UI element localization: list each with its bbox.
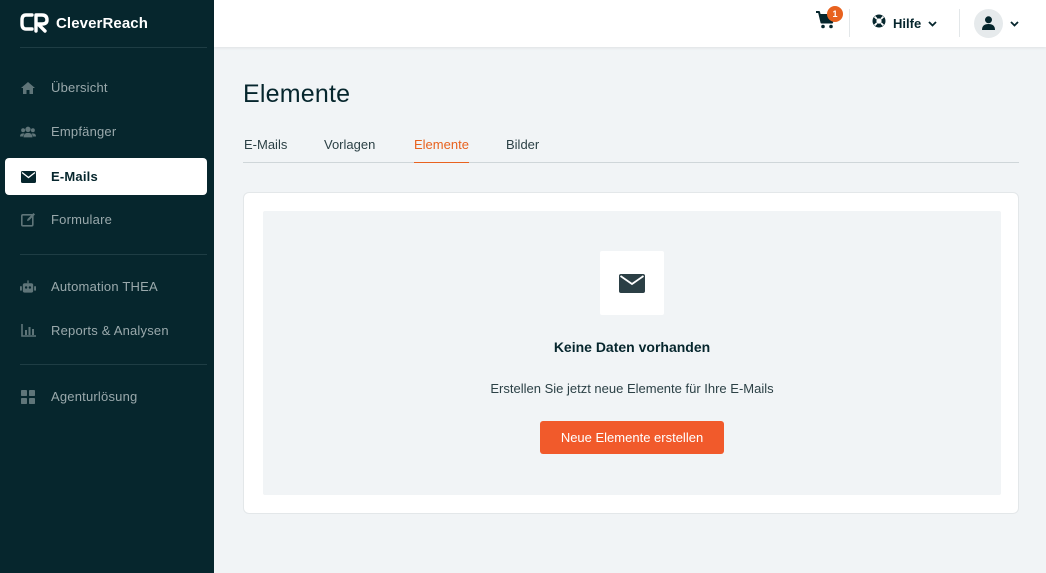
users-icon (20, 124, 36, 140)
avatar (974, 8, 1003, 38)
edit-icon (20, 212, 36, 228)
page-title: Elemente (243, 80, 351, 108)
create-elements-button[interactable]: Neue Elemente erstellen (540, 421, 724, 454)
sidebar-item-automation-thea[interactable]: Automation THEA (5, 268, 207, 305)
empty-state-subtitle: Erstellen Sie jetzt neue Elemente für Ih… (490, 381, 774, 396)
envelope-icon (20, 169, 36, 185)
sidebar-item-emails[interactable]: E-Mails (5, 158, 207, 195)
content-card: Keine Daten vorhanden Erstellen Sie jetz… (243, 192, 1019, 514)
logo-text: CleverReach (56, 14, 148, 32)
sidebar-item-empfaenger[interactable]: Empfänger (5, 113, 207, 150)
chevron-down-icon (928, 14, 937, 32)
topbar-divider (849, 9, 850, 37)
envelope-icon (619, 273, 645, 293)
sidebar-item-label: Automation THEA (51, 279, 158, 294)
chart-icon (20, 323, 36, 339)
sidebar-item-agenturloesung[interactable]: Agenturlösung (5, 378, 207, 415)
sidebar-item-label: Empfänger (51, 124, 117, 139)
sidebar-item-label: E-Mails (51, 169, 98, 184)
sidebar: CleverReach Übersicht Empfänger E-Mails … (0, 0, 214, 573)
sidebar-item-label: Agenturlösung (51, 389, 138, 404)
empty-state-title: Keine Daten vorhanden (553, 339, 711, 355)
chevron-down-icon (1010, 14, 1019, 32)
help-label: Hilfe (893, 15, 922, 31)
help-menu[interactable]: Hilfe (872, 13, 937, 33)
cart-count-badge: 1 (827, 6, 843, 22)
user-icon (982, 16, 995, 30)
tab-vorlagen[interactable]: Vorlagen (324, 137, 375, 162)
sidebar-divider (20, 254, 207, 255)
sidebar-item-label: Übersicht (51, 80, 108, 95)
lifebuoy-icon (872, 14, 886, 33)
empty-state: Keine Daten vorhanden Erstellen Sie jetz… (263, 211, 1001, 495)
tab-elemente[interactable]: Elemente (414, 137, 469, 163)
tab-bar: E-Mails Vorlagen Elemente Bilder (243, 134, 1019, 163)
sidebar-item-label: Formulare (51, 212, 113, 227)
sidebar-divider (20, 47, 207, 48)
robot-icon (20, 279, 36, 295)
grid-icon (20, 389, 36, 405)
sidebar-item-reports[interactable]: Reports & Analysen (5, 312, 207, 349)
topbar-divider (959, 9, 960, 37)
tab-bilder[interactable]: Bilder (506, 137, 539, 162)
tab-emails[interactable]: E-Mails (244, 137, 287, 162)
empty-state-icon-box (600, 251, 664, 315)
logo[interactable]: CleverReach (20, 12, 148, 34)
sidebar-item-uebersicht[interactable]: Übersicht (5, 69, 207, 106)
sidebar-item-formulare[interactable]: Formulare (5, 201, 207, 238)
cleverreach-logo-icon (20, 12, 50, 34)
user-menu[interactable] (974, 8, 1019, 38)
sidebar-item-label: Reports & Analysen (51, 323, 169, 338)
home-icon (20, 80, 36, 96)
topbar: 1 Hilfe (214, 0, 1046, 47)
sidebar-divider (20, 364, 207, 365)
